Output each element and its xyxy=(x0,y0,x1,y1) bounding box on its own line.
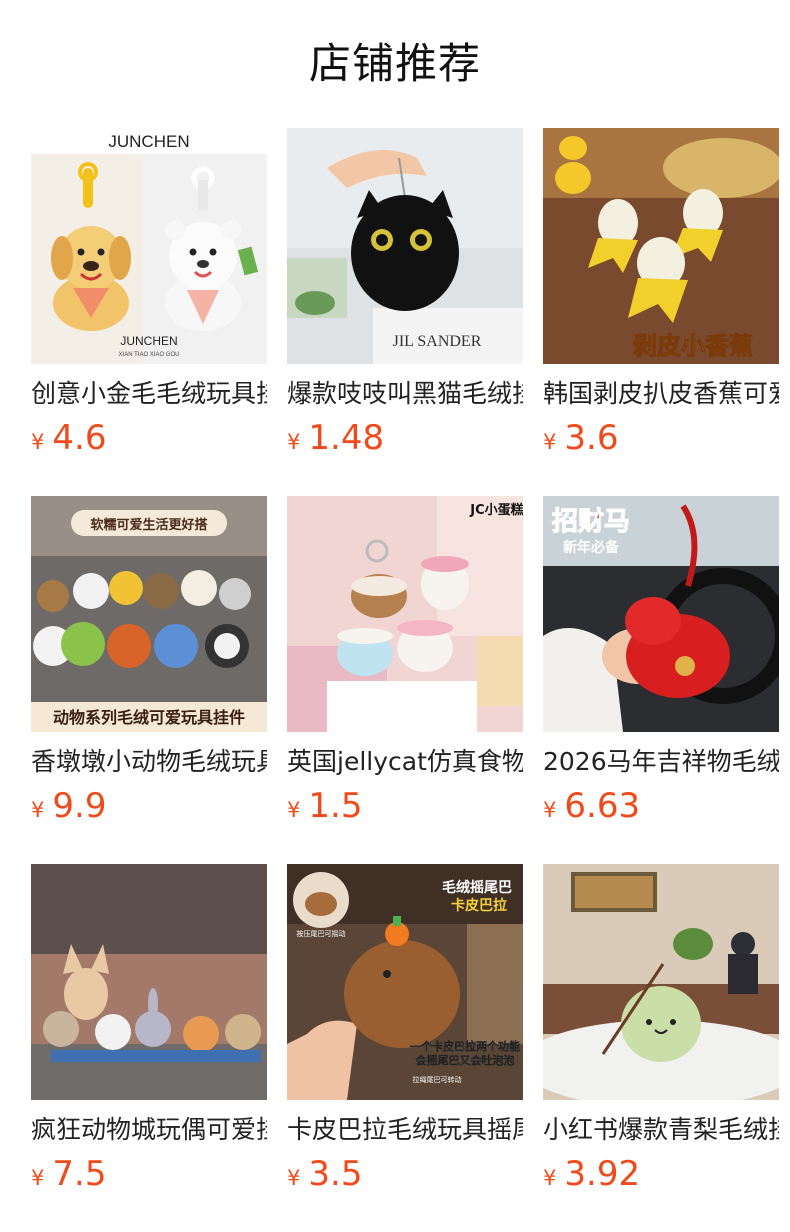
currency-symbol: ¥ xyxy=(543,1166,557,1190)
currency-symbol: ¥ xyxy=(287,1166,301,1190)
product-image[interactable]: 剥皮小香蕉 xyxy=(543,128,779,364)
price-value: 4.6 xyxy=(52,418,107,458)
page-title: 店铺推荐 xyxy=(308,39,481,88)
product-card[interactable]: JIL SANDER 爆款吱吱叫黑猫毛绒挂件 ¥1.48 xyxy=(287,128,523,468)
product-title[interactable]: 疯狂动物城玩偶可爱挂件 xyxy=(31,1110,267,1150)
product-image[interactable]: 软糯可爱生活更好搭 动物系列毛绒可爱玩具挂件 xyxy=(31,496,267,732)
product-image[interactable] xyxy=(31,864,267,1100)
product-image[interactable]: JUNCHEN JUNCHEN XIAN TIAO XIAO GOU xyxy=(31,128,267,364)
product-card[interactable]: 小红书爆款青梨毛绒挂件 ¥3.92 xyxy=(543,864,779,1204)
product-price: ¥7.5 xyxy=(31,1150,106,1198)
product-title[interactable]: 小红书爆款青梨毛绒挂件 xyxy=(543,1110,779,1150)
product-image[interactable]: JIL SANDER xyxy=(287,128,523,364)
image-top-text: JC小蛋糕 xyxy=(469,502,523,518)
product-title[interactable]: 卡皮巴拉毛绒玩具摇尾巴 xyxy=(287,1110,523,1150)
product-price: ¥3.92 xyxy=(543,1150,640,1198)
currency-symbol: ¥ xyxy=(31,798,45,822)
price-value: 3.92 xyxy=(564,1154,641,1194)
currency-symbol: ¥ xyxy=(287,798,301,822)
product-image[interactable] xyxy=(543,864,779,1100)
image-small-text-2: 拉绳尾巴可转动 xyxy=(413,1075,462,1084)
price-value: 3.5 xyxy=(308,1154,363,1194)
product-card[interactable]: JUNCHEN JUNCHEN XIAN TIAO XIAO GOU 创意小金毛… xyxy=(31,128,267,468)
image-banner-text: 剥皮小香蕉 xyxy=(633,332,753,360)
product-title[interactable]: 英国jellycat仿真食物挂件 xyxy=(287,742,523,782)
product-price: ¥6.63 xyxy=(543,782,640,830)
currency-symbol: ¥ xyxy=(543,798,557,822)
product-card[interactable]: 毛绒摇尾巴 卡皮巴拉 按压尾巴可摇动 一个卡皮巴拉两个功能 会摇尾巴又会吐泡泡 … xyxy=(287,864,523,1204)
product-card[interactable]: JC小蛋糕 英国jellycat仿真食物挂件 ¥1.5 xyxy=(287,496,523,836)
product-image[interactable]: 毛绒摇尾巴 卡皮巴拉 按压尾巴可摇动 一个卡皮巴拉两个功能 会摇尾巴又会吐泡泡 … xyxy=(287,864,523,1100)
product-price: ¥1.48 xyxy=(287,414,384,462)
image-top-text: 毛绒摇尾巴 xyxy=(442,879,512,896)
currency-symbol: ¥ xyxy=(287,430,301,454)
product-price: ¥3.6 xyxy=(543,414,618,462)
brand-text: JUNCHEN xyxy=(108,132,189,151)
image-small-text: 按压尾巴可摇动 xyxy=(297,929,346,938)
image-caption-text: 一个卡皮巴拉两个功能 xyxy=(410,1039,520,1053)
price-value: 1.5 xyxy=(308,786,363,826)
price-value: 3.6 xyxy=(564,418,619,458)
product-card[interactable]: 软糯可爱生活更好搭 动物系列毛绒可爱玩具挂件 香墩墩小动物毛绒玩具挂件 ¥9.9 xyxy=(31,496,267,836)
image-top-text: 招财马 xyxy=(552,507,630,537)
price-value: 7.5 xyxy=(52,1154,107,1194)
price-value: 6.63 xyxy=(564,786,641,826)
product-image[interactable]: 招财马 新年必备 xyxy=(543,496,779,732)
product-title[interactable]: 爆款吱吱叫黑猫毛绒挂件 xyxy=(287,374,523,414)
box-text: JIL SANDER xyxy=(393,333,482,350)
image-top-text: 软糯可爱生活更好搭 xyxy=(90,517,208,533)
product-image[interactable]: JC小蛋糕 xyxy=(287,496,523,732)
image-banner-text: 动物系列毛绒可爱玩具挂件 xyxy=(53,708,245,727)
product-price: ¥4.6 xyxy=(31,414,106,462)
product-title[interactable]: 香墩墩小动物毛绒玩具挂件 xyxy=(31,742,267,782)
product-price: ¥1.5 xyxy=(287,782,362,830)
currency-symbol: ¥ xyxy=(543,430,557,454)
price-value: 1.48 xyxy=(308,418,385,458)
brand-text-lower: JUNCHEN xyxy=(120,334,177,348)
price-value: 9.9 xyxy=(52,786,107,826)
product-price: ¥3.5 xyxy=(287,1150,362,1198)
image-sub-text: 卡皮巴拉 xyxy=(451,897,507,914)
image-sub-text: 新年必备 xyxy=(563,539,620,556)
currency-symbol: ¥ xyxy=(31,1166,45,1190)
currency-symbol: ¥ xyxy=(31,430,45,454)
product-title[interactable]: 韩国剥皮扒皮香蕉可爱挂件 xyxy=(543,374,779,414)
brand-subtext: XIAN TIAO XIAO GOU xyxy=(119,352,180,358)
image-caption-text-2: 会摇尾巴又会吐泡泡 xyxy=(416,1053,515,1067)
product-card[interactable]: 招财马 新年必备 2026马年吉祥物毛绒挂件 ¥6.63 xyxy=(543,496,779,836)
product-title[interactable]: 创意小金毛毛绒玩具挂件 xyxy=(31,374,267,414)
product-price: ¥9.9 xyxy=(31,782,106,830)
product-card[interactable]: 剥皮小香蕉 韩国剥皮扒皮香蕉可爱挂件 ¥3.6 xyxy=(543,128,779,468)
product-title[interactable]: 2026马年吉祥物毛绒挂件 xyxy=(543,742,779,782)
product-card[interactable]: 疯狂动物城玩偶可爱挂件 ¥7.5 xyxy=(31,864,267,1204)
